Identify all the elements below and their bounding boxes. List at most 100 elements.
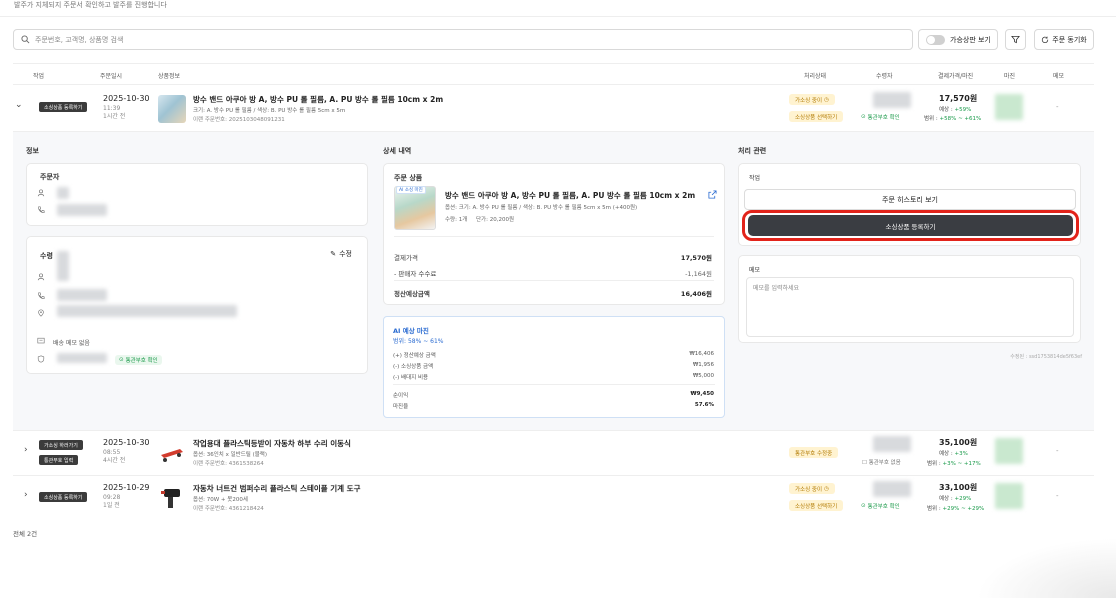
ai-margin-box: AI 예상 마진 범위: 58% ~ 61% (+) 정산예상 금액 ₩16,4… bbox=[383, 316, 725, 418]
location-icon bbox=[38, 309, 44, 317]
payment-price: 17,570원 bbox=[939, 94, 978, 103]
search-input[interactable] bbox=[35, 35, 635, 44]
divider bbox=[13, 475, 1094, 476]
customs-check-badge: ⊙ 통관부호 확인 bbox=[115, 355, 162, 365]
payment-value: 17,570원 bbox=[680, 254, 712, 262]
divider bbox=[394, 280, 714, 281]
customs-missing: ☐ 통관부호 없음 bbox=[862, 458, 901, 466]
search-icon bbox=[21, 35, 30, 44]
ai-tag: AI 소싱 마진 bbox=[396, 186, 426, 194]
chevron-right-icon[interactable]: › bbox=[24, 490, 28, 500]
order-date: 2025-10-29 bbox=[103, 483, 150, 492]
memo-value: - bbox=[1056, 492, 1059, 500]
edit-label: 수정 bbox=[339, 250, 352, 258]
register-sourcing-button[interactable]: 소싱상품 등록하기 bbox=[39, 492, 88, 502]
memo-textarea[interactable] bbox=[746, 277, 1074, 337]
order-id: 이랜 주문번호: 2025103048091231 bbox=[193, 117, 285, 123]
margin-range-value: +58% ~ +61% bbox=[939, 116, 982, 122]
order-date: 2025-10-30 bbox=[103, 94, 150, 103]
order-ago: 1일 전 bbox=[103, 502, 120, 509]
profit-value: ₩9,450 bbox=[690, 391, 714, 397]
product-option: 옵션: 36인치 x 일반드릴 (블랙) bbox=[193, 452, 267, 458]
order-history-button[interactable]: 주문 히스토리 보기 bbox=[744, 189, 1076, 210]
product-name[interactable]: 작업용대 플라스틱등받이 자동차 하부 수리 이동식 bbox=[193, 438, 351, 449]
task-card: 작업 주문 히스토리 보기 소싱상품 등록하기 bbox=[738, 163, 1081, 246]
recipient-blurred bbox=[873, 436, 911, 452]
col-product: 상품정보 bbox=[158, 73, 181, 80]
select-sourcing-badge[interactable]: 소싱상품 선택하기 bbox=[789, 111, 844, 122]
status-badge: 통관부호 수정중 bbox=[789, 447, 839, 458]
margin-blurred bbox=[995, 483, 1023, 509]
message-icon bbox=[37, 337, 45, 344]
margin-blurred bbox=[995, 94, 1023, 120]
phone-icon bbox=[38, 206, 45, 213]
order-time: 09:28 bbox=[103, 494, 121, 501]
divider bbox=[393, 384, 715, 385]
payment-price: 33,100원 bbox=[939, 483, 978, 492]
col-date: 주문일시 bbox=[100, 73, 123, 80]
ai-row-label: (-) 배대지 비용 bbox=[393, 375, 429, 381]
edit-recipient-button[interactable]: ✎ 수정 bbox=[330, 249, 352, 259]
enter-customs-button[interactable]: 통관부호 입력 bbox=[39, 455, 79, 465]
customs-check-label: 통관부호 확인 bbox=[125, 358, 158, 364]
customs-code-blurred bbox=[57, 353, 107, 363]
product-name[interactable]: 방수 밴드 아쿠아 방 A, 방수 PU 롤 필름, A. PU 방수 롤 필름… bbox=[193, 94, 443, 105]
table-row[interactable]: ⌄ 소싱상품 등록하기 2025-10-30 11:39 1시간 전 방수 밴드… bbox=[13, 86, 1094, 131]
order-id: 이랜 주문번호: 4361538264 bbox=[193, 461, 264, 467]
product-thumbnail bbox=[158, 95, 186, 123]
col-status: 처리상태 bbox=[804, 73, 827, 80]
toggle-view-button[interactable]: 가승상판 보기 bbox=[918, 29, 998, 50]
recipient-phone-blurred bbox=[57, 289, 107, 301]
filter-icon bbox=[1011, 35, 1020, 44]
toggle-switch[interactable] bbox=[926, 34, 945, 45]
recipient-name-blurred bbox=[57, 251, 69, 281]
col-recipient: 수령자 bbox=[876, 73, 893, 80]
table-header: 작업 주문일시 상품정보 처리상태 수령자 결제가격/마진 마진 메모 bbox=[13, 63, 1094, 85]
product-name[interactable]: 자동차 너트건 범퍼수리 플라스틱 스테이플 기계 도구 bbox=[193, 483, 360, 494]
search-box[interactable] bbox=[13, 29, 913, 50]
memo-value: - bbox=[1056, 103, 1059, 111]
table-row[interactable]: › 소싱상품 등록하기 2025-10-29 09:28 1일 전 자동차 너트… bbox=[13, 475, 1094, 520]
order-date: 2025-10-30 bbox=[103, 438, 150, 447]
recipient-card: 수령 ✎ 수정 배송 메모 없음 ⊙ 통관부호 확인 bbox=[26, 236, 368, 374]
margin-expected-value: +29% bbox=[954, 496, 972, 502]
check-circle-icon: ⊙ bbox=[861, 503, 866, 509]
external-link-icon[interactable] bbox=[708, 190, 717, 199]
margin-expected-label: 예상 : bbox=[939, 451, 955, 457]
product-option: 크기: A. 방수 PU 롤 필름 / 색상: B. PU 방수 롤 필름 5c… bbox=[193, 108, 346, 114]
margin-expected: 예상 : +29% bbox=[939, 494, 971, 502]
select-sourcing-badge[interactable]: 소싱상품 선택하기 bbox=[789, 500, 844, 511]
orderer-title: 주문자 bbox=[40, 173, 60, 181]
table-row[interactable]: › 가소싱 하러가기 통관부호 입력 2025-10-30 08:55 4시간 … bbox=[13, 430, 1094, 475]
orderer-name-blurred bbox=[57, 187, 69, 199]
order-time: 08:55 bbox=[103, 449, 121, 456]
chevron-down-icon[interactable]: ⌄ bbox=[15, 100, 23, 110]
shield-icon bbox=[37, 355, 45, 363]
margin-range-value: +29% ~ +29% bbox=[942, 506, 985, 512]
process-title: 처리 관련 bbox=[738, 147, 767, 155]
ai-row-label: (+) 정산예상 금액 bbox=[393, 353, 436, 359]
go-sourcing-button[interactable]: 가소싱 하러가기 bbox=[39, 440, 83, 450]
sync-orders-button[interactable]: 주문 동기화 bbox=[1034, 29, 1094, 50]
clock-icon: ◷ bbox=[824, 485, 829, 492]
order-time: 11:39 bbox=[103, 105, 121, 112]
detail-product-unit: 단가: 20,200원 bbox=[476, 217, 515, 223]
check-circle-icon: ⊙ bbox=[119, 357, 124, 363]
chevron-right-icon[interactable]: › bbox=[24, 445, 28, 455]
checkbox-icon: ☐ bbox=[862, 460, 867, 466]
corner-shade bbox=[976, 538, 1116, 598]
register-sourcing-product-button[interactable]: 소싱상품 등록하기 bbox=[748, 215, 1073, 236]
order-detail-panel: 정보 주문자 수령 ✎ 수정 배송 메모 없음 ⊙ 통관부호 확인 상세 내역 주문… bbox=[13, 131, 1094, 430]
payment-price: 35,100원 bbox=[939, 438, 978, 447]
notice-text: 발주가 지체되지 주문서 확인하고 발주를 진행합니다 bbox=[14, 1, 167, 9]
margin-rate-label: 마진율 bbox=[393, 404, 409, 410]
ai-row-value: ₩1,956 bbox=[692, 362, 714, 368]
recipient-blurred bbox=[873, 481, 911, 497]
col-action: 작업 bbox=[33, 73, 45, 80]
recipient-title: 수령 bbox=[40, 252, 53, 260]
filter-button[interactable] bbox=[1005, 29, 1026, 50]
ai-row-value: ₩5,000 bbox=[692, 373, 714, 379]
register-sourcing-button[interactable]: 소싱상품 등록하기 bbox=[39, 102, 88, 112]
order-products-card: 주문 상품 AI 소싱 마진 방수 밴드 아쿠아 방 A, 방수 PU 롤 필름… bbox=[383, 163, 725, 305]
order-ago: 4시간 전 bbox=[103, 457, 126, 464]
